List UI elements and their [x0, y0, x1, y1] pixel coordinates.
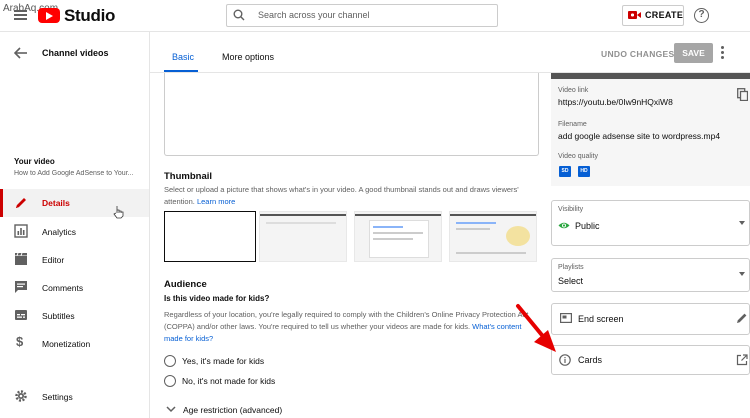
search-icon [233, 9, 245, 21]
radio-no-label[interactable]: No, it's not made for kids [182, 376, 275, 386]
caret-down-icon [739, 221, 745, 225]
channel-videos-title[interactable]: Channel videos [42, 48, 109, 58]
youtube-logo-icon[interactable] [38, 8, 60, 23]
made-for-kids-question: Is this video made for kids? [164, 294, 270, 303]
radio-not-made-for-kids[interactable] [164, 375, 176, 387]
sidebar-item-label[interactable]: Analytics [42, 227, 76, 237]
sidebar-item-label[interactable]: Subtitles [42, 311, 75, 321]
open-in-new-icon[interactable] [736, 354, 748, 366]
video-link-label: Video link [558, 87, 589, 94]
learn-more-link[interactable]: Learn more [197, 197, 235, 206]
age-restriction-toggle[interactable]: Age restriction (advanced) [183, 405, 282, 415]
pencil-icon [16, 198, 26, 208]
pencil-edit-icon[interactable] [736, 312, 748, 324]
clapperboard-icon [15, 252, 27, 265]
undo-changes-button[interactable]: UNDO CHANGES [601, 49, 675, 59]
video-quality-label: Video quality [558, 153, 598, 160]
video-link[interactable]: https://youtu.be/0Iw9nHQxiW8 [558, 97, 673, 107]
subtitles-icon [15, 310, 27, 320]
audience-description: Regardless of your location, you're lega… [164, 310, 529, 343]
thumbnail-title: Thumbnail [164, 171, 213, 182]
filename-value: add google adsense site to wordpress.mp4 [558, 131, 721, 141]
red-arrow-annotation [516, 304, 556, 352]
chevron-down-icon[interactable] [166, 406, 176, 413]
sidebar-item-label[interactable]: Editor [42, 255, 64, 265]
video-camera-icon [628, 11, 641, 19]
thumbnail-option-2[interactable] [354, 211, 442, 262]
your-video-label: Your video [14, 157, 55, 166]
studio-brand[interactable]: Studio [64, 6, 115, 26]
video-title: How to Add Google AdSense to Your... [14, 170, 134, 177]
playlists-value: Select [558, 276, 584, 286]
bar-chart-icon [14, 224, 28, 238]
radio-yes-label[interactable]: Yes, it's made for kids [182, 356, 264, 366]
sidebar-item-settings[interactable]: Settings [42, 392, 73, 402]
comment-icon [15, 281, 27, 293]
thumbnail-option-3[interactable] [449, 211, 537, 262]
upload-thumbnail-button[interactable] [164, 211, 256, 262]
info-icon [559, 354, 571, 366]
tab-basic[interactable]: Basic [172, 52, 194, 62]
caret-down-icon [739, 272, 745, 276]
sd-badge: SD [559, 166, 571, 177]
sidebar-item-label[interactable]: Comments [42, 283, 83, 293]
hamburger-menu-icon[interactable] [14, 10, 27, 20]
end-screen-label: End screen [578, 314, 624, 324]
end-screen-icon [560, 313, 572, 323]
dollar-icon: $ [16, 334, 24, 349]
create-label: CREATE [645, 10, 684, 20]
description-textarea[interactable] [164, 73, 539, 156]
gear-icon [15, 390, 27, 402]
playlists-label: Playlists [558, 264, 584, 271]
thumbnail-option-1[interactable] [259, 211, 347, 262]
thumbnail-description: Select or upload a picture that shows wh… [164, 185, 519, 206]
visibility-label: Visibility [558, 206, 584, 213]
back-arrow-icon[interactable] [14, 47, 28, 59]
cards-label: Cards [578, 355, 603, 365]
cursor-hand-icon [113, 206, 124, 219]
radio-yes-made-for-kids[interactable] [164, 355, 176, 367]
hd-badge: HD [578, 166, 590, 177]
filename-label: Filename [558, 121, 587, 128]
tab-more-options[interactable]: More options [222, 52, 274, 62]
help-icon[interactable]: ? [694, 8, 709, 23]
sidebar-item-label[interactable]: Monetization [42, 339, 90, 349]
copy-icon[interactable] [737, 88, 748, 101]
search-placeholder: Search across your channel [258, 10, 370, 20]
more-vert-icon[interactable] [720, 46, 726, 60]
visibility-value: Public [575, 221, 600, 231]
save-button[interactable]: SAVE [674, 43, 713, 63]
audience-title: Audience [164, 279, 207, 290]
eye-icon [558, 222, 570, 229]
sidebar-item-label: Details [42, 198, 70, 208]
